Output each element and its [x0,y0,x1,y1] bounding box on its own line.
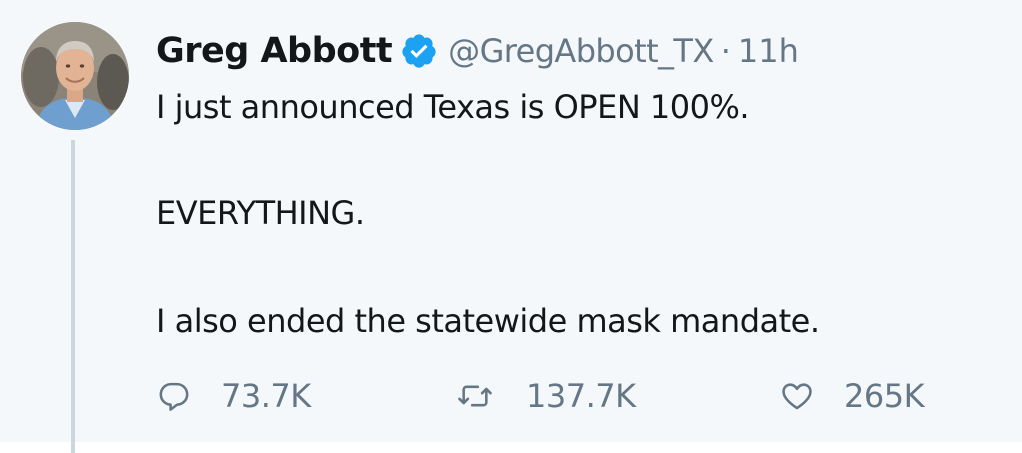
retweet-count: 137.7K [526,377,636,415]
thread-connector-line [71,140,75,453]
like-button[interactable]: 265K [780,373,925,419]
tweet-text-line: EVERYTHING. [156,194,365,232]
avatar[interactable] [21,22,129,130]
retweet-icon [456,379,492,413]
verified-badge-icon [400,32,438,70]
reply-button[interactable]: 73.7K [157,373,311,419]
avatar-photo [21,22,129,130]
separator-dot: · [720,32,731,70]
retweet-button[interactable]: 137.7K [456,373,636,419]
tweet-text-line: I just announced Texas is OPEN 100%. [156,88,750,126]
heart-icon [780,379,814,413]
tweet-text-line: I also ended the statewide mask mandate. [156,302,820,340]
user-handle[interactable]: @GregAbbott_TX [448,32,714,70]
tweet-card[interactable]: Greg Abbott @GregAbbott_TX · 11h I just … [0,0,1022,453]
tweet-header: Greg Abbott @GregAbbott_TX · 11h [156,26,799,76]
display-name[interactable]: Greg Abbott [156,31,393,71]
like-count: 265K [844,377,925,415]
reply-count: 73.7K [221,377,311,415]
reply-icon [157,379,191,413]
timestamp[interactable]: 11h [738,32,799,70]
